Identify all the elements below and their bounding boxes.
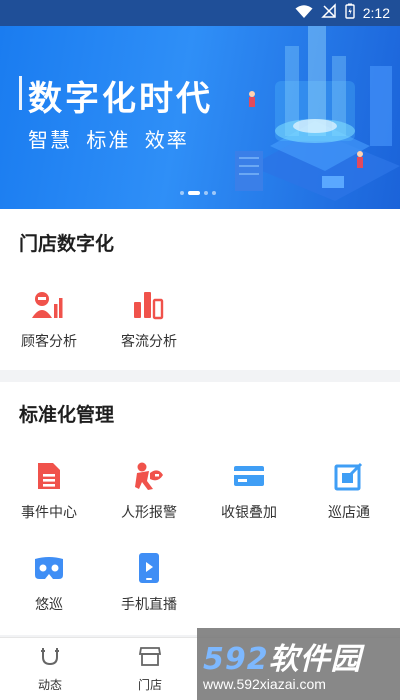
no-signal-icon xyxy=(320,3,337,23)
standard-management-section: 标准化管理 事件中心 人形报警 收银叠加 巡店通 悠巡 手机直播 xyxy=(0,382,400,635)
store-patrol-icon xyxy=(331,458,367,494)
item-label: 人形报警 xyxy=(121,505,177,521)
mobile-live-icon xyxy=(131,550,167,586)
watermark-brand: 592软件园 xyxy=(203,642,362,677)
item-label: 手机直播 xyxy=(121,597,177,613)
battery-icon xyxy=(345,3,355,23)
cashier-overlay-icon xyxy=(231,458,267,494)
carousel-dot-active[interactable] xyxy=(188,191,200,195)
mobile-live-button[interactable]: 手机直播 xyxy=(109,550,189,620)
cashier-overlay-button[interactable]: 收银叠加 xyxy=(209,458,289,528)
section-title: 门店数字化 xyxy=(19,233,115,255)
item-label: 巡店通 xyxy=(328,505,370,521)
store-icon xyxy=(138,644,162,672)
carousel-dot[interactable] xyxy=(204,191,208,195)
magnet-icon xyxy=(38,644,62,672)
vr-patrol-button[interactable]: 悠巡 xyxy=(9,550,89,620)
item-label: 悠巡 xyxy=(35,597,63,613)
item-label: 事件中心 xyxy=(21,505,77,521)
human-alarm-button[interactable]: 人形报警 xyxy=(109,458,189,528)
banner-accent-bar xyxy=(19,76,22,110)
watermark: 592软件园 www.592xiazai.com xyxy=(197,628,400,700)
nav-tab-dynamic[interactable]: 动态 xyxy=(20,644,80,693)
wifi-icon xyxy=(295,4,313,23)
status-time: 2:12 xyxy=(362,5,390,21)
traffic-analysis-button[interactable]: 客流分析 xyxy=(109,287,189,357)
digital-city-illustration xyxy=(235,26,400,201)
store-patrol-button[interactable]: 巡店通 xyxy=(309,458,389,528)
customer-analysis-button[interactable]: 顾客分析 xyxy=(9,287,89,357)
human-alarm-icon xyxy=(131,458,167,494)
nav-tab-store[interactable]: 门店 xyxy=(120,644,180,693)
item-label: 客流分析 xyxy=(121,334,177,350)
store-digital-section: 门店数字化 顾客分析 客流分析 xyxy=(0,209,400,370)
carousel-dot[interactable] xyxy=(180,191,184,195)
vr-patrol-icon xyxy=(31,550,67,586)
section-title: 标准化管理 xyxy=(19,404,115,426)
item-label: 顾客分析 xyxy=(21,334,77,350)
nav-label: 动态 xyxy=(37,678,62,692)
banner-carousel[interactable]: 数字化时代 智慧 标准 效率 xyxy=(0,26,400,209)
banner-title: 数字化时代 xyxy=(28,79,213,119)
event-center-button[interactable]: 事件中心 xyxy=(9,458,89,528)
banner-subtitle: 智慧 标准 效率 xyxy=(28,128,189,152)
event-center-icon xyxy=(31,458,67,494)
watermark-url: www.592xiazai.com xyxy=(203,676,326,692)
customer-analysis-icon xyxy=(31,287,67,323)
carousel-dot[interactable] xyxy=(212,191,216,195)
item-label: 收银叠加 xyxy=(221,505,277,521)
carousel-indicator xyxy=(180,191,216,195)
traffic-analysis-icon xyxy=(131,287,167,323)
status-bar: 2:12 xyxy=(0,0,400,26)
nav-label: 门店 xyxy=(137,678,162,692)
